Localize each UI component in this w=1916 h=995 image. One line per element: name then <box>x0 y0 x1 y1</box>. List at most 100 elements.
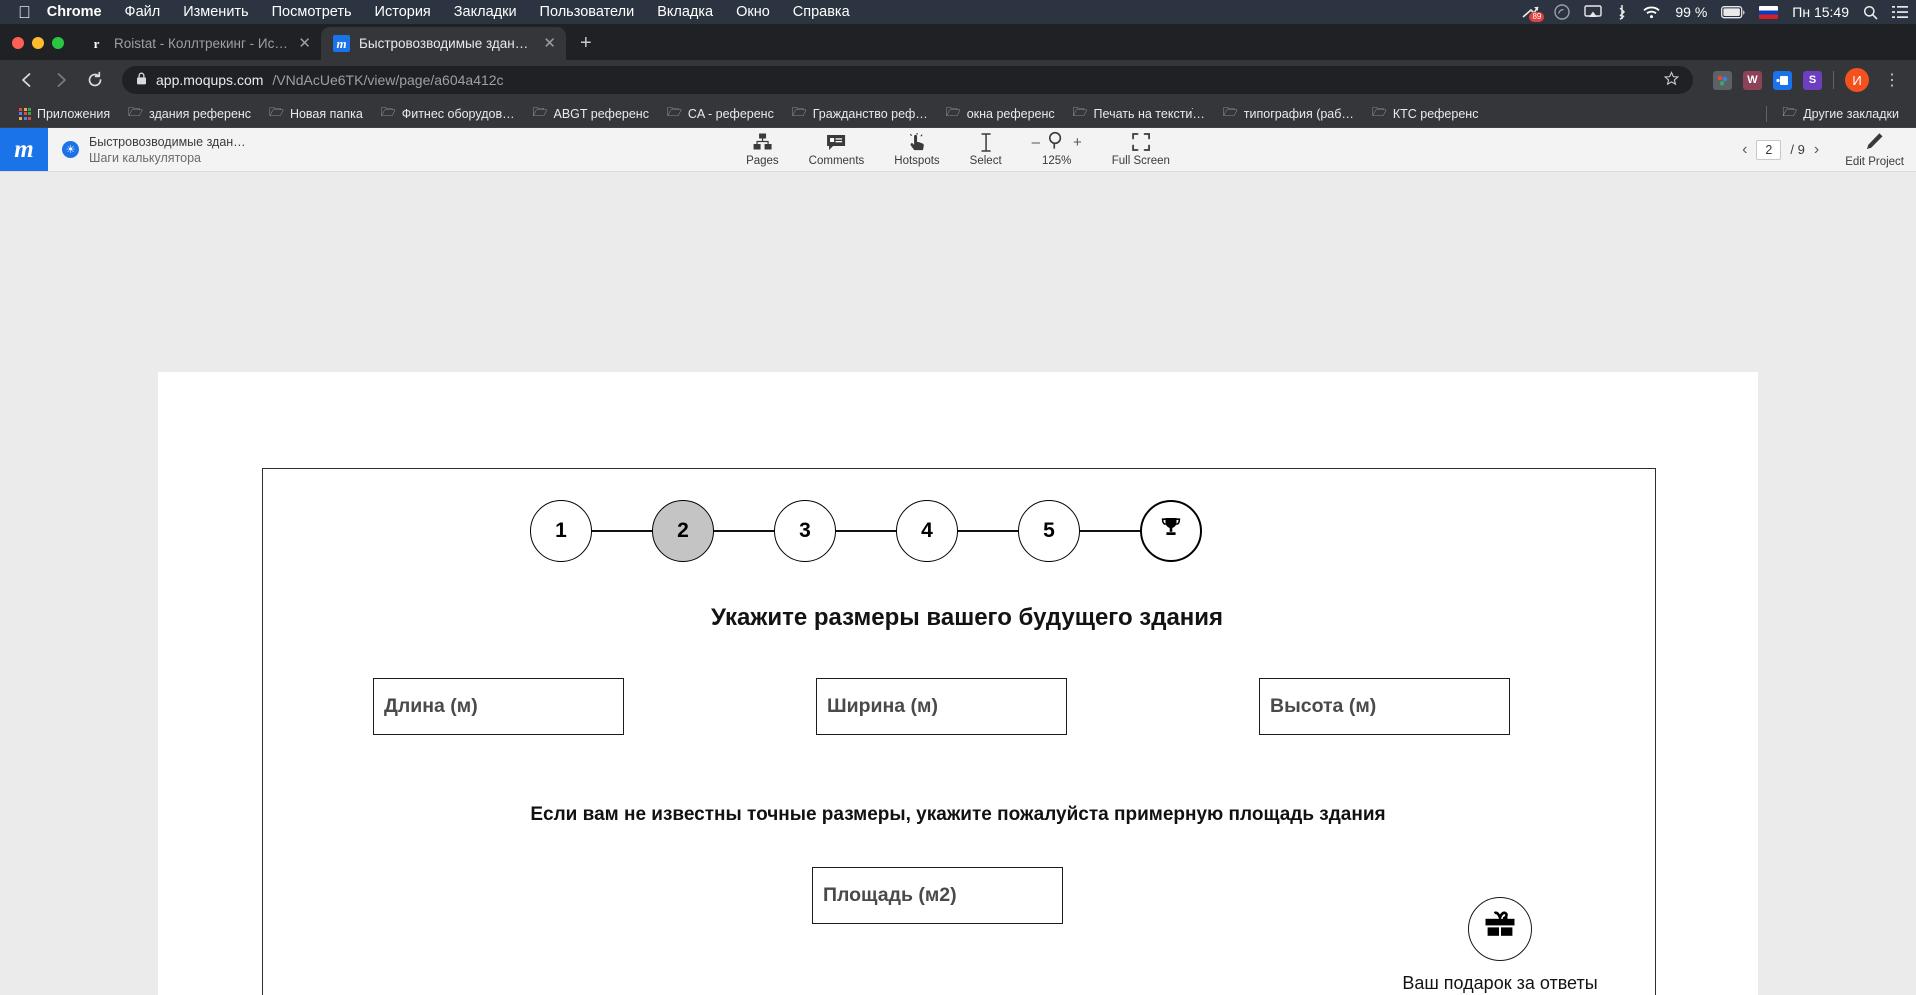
other-bookmarks-button[interactable]: 🗁 Другие закладки <box>1773 103 1908 124</box>
current-page-input[interactable]: 2 <box>1756 139 1782 160</box>
battery-icon[interactable] <box>1721 5 1745 19</box>
menu-item-file[interactable]: Файл <box>125 4 161 20</box>
menu-item-tab[interactable]: Вкладка <box>657 4 713 20</box>
step-circle-5[interactable]: 5 <box>1018 500 1080 562</box>
folder-icon: 🗁 <box>945 105 961 119</box>
macos-menu-bar:  Chrome Файл Изменить Посмотреть Истори… <box>0 0 1916 24</box>
folder-icon: 🗁 <box>666 105 682 119</box>
bookmark-folder-2[interactable]: 🗁 Фитнес оборудов… <box>372 103 524 124</box>
moqups-canvas[interactable]: 1 2 3 4 5 Укажите размеры вашего будущег… <box>0 172 1916 995</box>
bookmark-folder-9[interactable]: 🗁 КТС референс <box>1363 103 1488 124</box>
step-circle-2[interactable]: 2 <box>652 500 714 562</box>
folder-icon: 🗁 <box>128 105 144 119</box>
browser-tab-moqups[interactable]: m Быстровозводимые здания (П ✕ <box>321 27 566 60</box>
spotlight-search-icon[interactable] <box>1863 5 1878 20</box>
bookmark-folder-5[interactable]: 🗁 Гражданство реф… <box>783 103 937 124</box>
bookmark-label: КТС референс <box>1392 106 1479 121</box>
minimize-window-button[interactable] <box>32 37 44 49</box>
forward-button[interactable] <box>46 65 76 95</box>
browser-tab-roistat[interactable]: r Roistat - Коллтрекинг - Истор ✕ <box>76 27 321 60</box>
profile-avatar[interactable]: И <box>1845 68 1869 92</box>
menu-item-history[interactable]: История <box>375 4 431 20</box>
folder-icon: 🗁 <box>380 105 396 119</box>
menu-item-profiles[interactable]: Пользователи <box>540 4 635 20</box>
bookmark-label: Гражданство реф… <box>812 106 928 121</box>
step-circle-4[interactable]: 4 <box>896 500 958 562</box>
bookmark-label: Печать на текстиֹ… <box>1093 106 1205 121</box>
back-button[interactable] <box>12 65 42 95</box>
menu-item-bookmarks[interactable]: Закладки <box>454 4 517 20</box>
close-window-button[interactable] <box>12 37 24 49</box>
step-circle-3[interactable]: 3 <box>774 500 836 562</box>
chrome-menu-icon[interactable]: ⋮ <box>1880 70 1904 90</box>
s-extension-icon[interactable]: S <box>1803 70 1822 90</box>
gift-icon <box>1483 910 1517 948</box>
tool-label: Comments <box>808 154 865 167</box>
menu-item-chrome[interactable]: Chrome <box>47 4 102 20</box>
airplay-icon[interactable] <box>1584 5 1603 19</box>
hotspots-icon <box>908 132 926 152</box>
wordtune-extension-icon[interactable]: W <box>1743 70 1762 90</box>
tool-hotspots[interactable]: Hotspots <box>894 132 940 167</box>
moqups-logo-icon[interactable]: m <box>0 128 48 171</box>
bookmark-folder-7[interactable]: 🗁 Печать на текстиֹ… <box>1064 103 1214 124</box>
tool-zoom[interactable]: – + 125% <box>1032 131 1082 167</box>
browser-toolbar: app.moqups.com/VNdAcUe6TK/view/page/a604… <box>0 60 1916 100</box>
bookmark-folder-8[interactable]: 🗁 типография (раб… <box>1214 103 1363 124</box>
address-bar[interactable]: app.moqups.com/VNdAcUe6TK/view/page/a604… <box>122 66 1693 94</box>
tool-select[interactable]: Select <box>970 132 1002 167</box>
gift-icon-circle <box>1468 897 1532 961</box>
menu-item-view[interactable]: Посмотреть <box>272 4 352 20</box>
reload-button[interactable] <box>80 65 110 95</box>
close-tab-icon[interactable]: ✕ <box>298 36 311 51</box>
dimension-fields-row: Длина (м) Ширина (м) Высота (м) <box>373 678 1510 735</box>
control-center-icon[interactable] <box>1892 5 1908 19</box>
tab-title: Быстровозводимые здания (П <box>359 36 535 51</box>
area-input[interactable]: Площадь (м2) <box>812 867 1063 924</box>
clock[interactable]: Пн 15:49 <box>1792 4 1849 20</box>
menu-item-edit[interactable]: Изменить <box>183 4 248 20</box>
width-input[interactable]: Ширина (м) <box>816 678 1067 735</box>
pages-icon <box>753 133 772 152</box>
bookmark-folder-6[interactable]: 🗁 окна референс <box>937 103 1064 124</box>
new-tab-button[interactable]: + <box>566 33 606 60</box>
length-input[interactable]: Длина (м) <box>373 678 624 735</box>
bookmark-label: типография (раб… <box>1243 106 1354 121</box>
menu-item-help[interactable]: Справка <box>793 4 850 20</box>
tool-pages[interactable]: Pages <box>746 133 779 167</box>
folder-icon: 🗁 <box>1222 105 1238 119</box>
keyboard-layout-flag-icon[interactable] <box>1759 5 1779 19</box>
folder-icon: 🗁 <box>532 105 548 119</box>
tool-full-screen[interactable]: Full Screen <box>1112 133 1170 167</box>
apple-logo-icon[interactable]:  <box>18 4 31 21</box>
next-page-button[interactable]: › <box>1814 141 1819 159</box>
page-total-label: / 9 <box>1790 142 1805 157</box>
blue-extension-icon[interactable] <box>1773 70 1792 90</box>
stats-arrow-icon[interactable]: 89 <box>1522 6 1545 22</box>
mockup-headline: Укажите размеры вашего будущего здания <box>0 604 1916 632</box>
step-circle-trophy[interactable] <box>1140 500 1202 562</box>
bookmark-folder-4[interactable]: 🗁 CA - референс <box>658 103 783 124</box>
bookmark-folder-0[interactable]: 🗁 здания референс <box>119 103 260 124</box>
menu-item-window[interactable]: Окно <box>736 4 770 20</box>
bookmark-label: Фитнес оборудов… <box>401 106 515 121</box>
zoom-in-button[interactable]: + <box>1073 134 1082 151</box>
adobe-cc-icon[interactable] <box>1554 4 1571 20</box>
bookmark-folder-1[interactable]: 🗁 Новая папка <box>260 103 372 124</box>
wifi-icon[interactable] <box>1642 5 1661 19</box>
prev-page-button[interactable]: ‹ <box>1742 141 1747 159</box>
puzzle-extension-icon[interactable] <box>1713 70 1732 90</box>
tool-comments[interactable]: Comments <box>808 133 865 167</box>
step-circle-1[interactable]: 1 <box>530 500 592 562</box>
edit-project-button[interactable]: Edit Project <box>1845 132 1904 168</box>
maximize-window-button[interactable] <box>52 37 64 49</box>
height-input[interactable]: Высота (м) <box>1259 678 1510 735</box>
bookmark-star-icon[interactable] <box>1663 71 1680 89</box>
notification-count: 89 <box>1529 11 1545 22</box>
bookmark-apps[interactable]: Приложения <box>10 107 119 121</box>
bluetooth-icon[interactable] <box>1616 4 1628 20</box>
app-toolbar-tools: Pages Comments Hotspots Select – + 125% … <box>746 128 1170 171</box>
close-tab-icon[interactable]: ✕ <box>543 36 556 51</box>
zoom-out-button[interactable]: – <box>1032 134 1040 151</box>
bookmark-folder-3[interactable]: 🗁 ABGT референс <box>524 103 658 124</box>
